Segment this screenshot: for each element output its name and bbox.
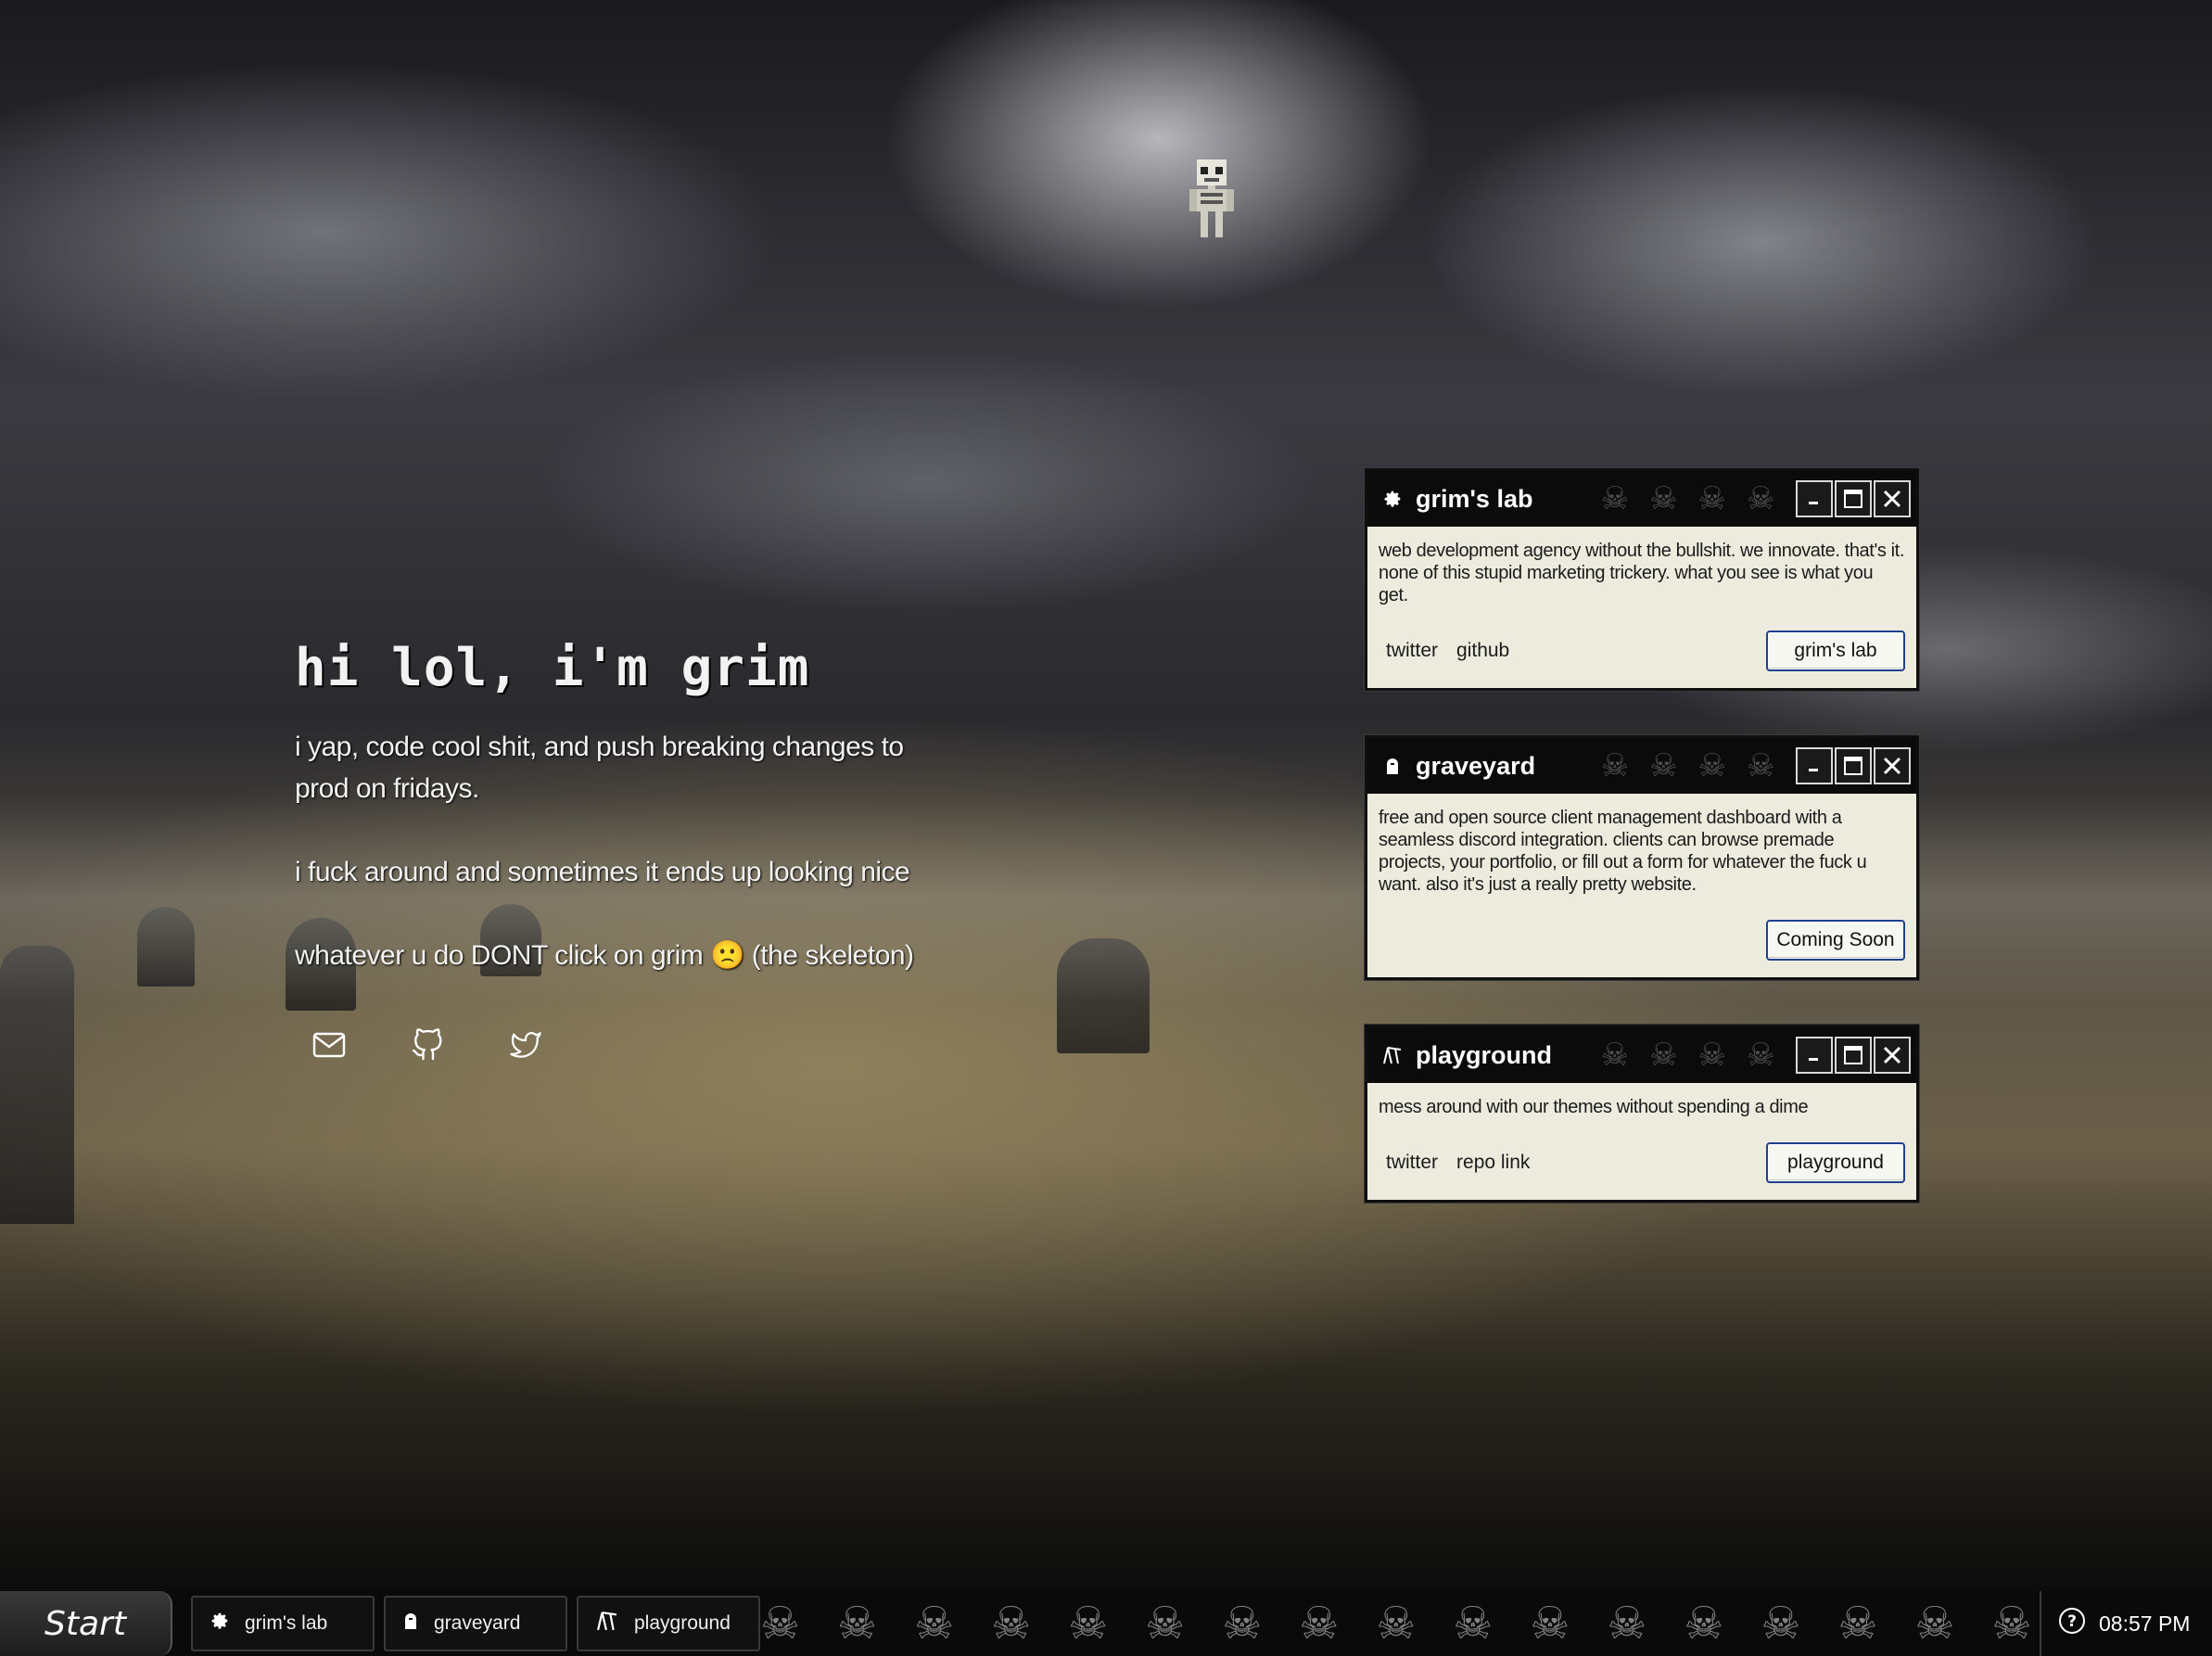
minimize-button[interactable] xyxy=(1796,1037,1833,1074)
hero-line: i yap, code cool shit, and push breaking… xyxy=(295,732,904,804)
minimize-button[interactable] xyxy=(1796,747,1833,784)
hero-section: hi lol, i'm grim i yap, code cool shit, … xyxy=(295,638,962,1018)
window-title: grim's lab xyxy=(1416,484,1533,513)
close-button[interactable] xyxy=(1874,747,1911,784)
taskbar-item-graveyard[interactable]: graveyard xyxy=(384,1596,567,1651)
minimize-button[interactable] xyxy=(1796,480,1833,517)
playground-button[interactable]: playground xyxy=(1766,1142,1905,1183)
svg-text:?: ? xyxy=(2067,1612,2077,1631)
system-tray: ? 08:57 PM xyxy=(2040,1591,2212,1656)
maximize-button[interactable] xyxy=(1835,1037,1872,1074)
window-description: free and open source client management d… xyxy=(1379,808,1867,895)
github-icon[interactable] xyxy=(410,1027,445,1063)
hero-line: whatever u do DONT click on grim 🙁 (the … xyxy=(295,940,914,971)
gear-icon xyxy=(1382,489,1403,509)
skull-pattern: ☠☠☠☠☠ xyxy=(1600,1037,1824,1074)
skull-pattern: ☠ ☠ ☠ ☠ ☠ ☠ ☠ ☠ ☠ ☠ ☠ ☠ ☠ ☠ ☠ ☠ ☠ xyxy=(760,1598,2032,1650)
skull-pattern: ☠☠☠☠☠ xyxy=(1600,747,1824,784)
taskbar-item-label: grim's lab xyxy=(245,1612,328,1634)
coming-soon-button[interactable]: Coming Soon xyxy=(1766,920,1905,961)
github-link[interactable]: github xyxy=(1456,640,1509,662)
mail-icon[interactable] xyxy=(311,1027,347,1063)
playground-icon xyxy=(1382,1045,1403,1065)
window-title: playground xyxy=(1416,1040,1552,1069)
window-graveyard: ☠☠☠☠☠ graveyard free and open source cli… xyxy=(1365,735,1919,980)
taskbar: ☠ ☠ ☠ ☠ ☠ ☠ ☠ ☠ ☠ ☠ ☠ ☠ ☠ ☠ ☠ ☠ ☠ Start grim's lab grave… xyxy=(0,1591,2212,1656)
window-description: mess around with our themes without spen… xyxy=(1379,1097,1809,1117)
close-button[interactable] xyxy=(1874,1037,1911,1074)
window-body: mess around with our themes without spen… xyxy=(1367,1083,1916,1200)
taskbar-item-playground[interactable]: playground xyxy=(577,1596,760,1651)
taskbar-item-grims-lab[interactable]: grim's lab xyxy=(191,1596,375,1651)
skeleton-sprite[interactable] xyxy=(1186,159,1238,237)
close-button[interactable] xyxy=(1874,480,1911,517)
window-grims-lab: ☠☠☠☠☠ grim's lab web development agency … xyxy=(1365,468,1919,691)
window-titlebar[interactable]: ☠☠☠☠☠ playground xyxy=(1367,1027,1916,1083)
window-description: web development agency without the bulls… xyxy=(1379,541,1904,605)
hero-heading: hi lol, i'm grim xyxy=(295,638,810,698)
maximize-button[interactable] xyxy=(1835,480,1872,517)
taskbar-item-label: playground xyxy=(634,1612,731,1634)
tombstone-icon xyxy=(1382,756,1403,776)
start-button[interactable]: Start xyxy=(0,1591,172,1656)
hero-line: i fuck around and sometimes it ends up l… xyxy=(295,857,910,887)
clock: 08:57 PM xyxy=(2099,1611,2191,1636)
taskbar-item-label: graveyard xyxy=(434,1612,521,1634)
gear-icon xyxy=(210,1611,230,1637)
repo-link[interactable]: repo link xyxy=(1456,1152,1530,1174)
playground-icon xyxy=(595,1611,619,1637)
twitter-link[interactable]: twitter xyxy=(1386,1152,1438,1174)
help-icon[interactable]: ? xyxy=(2058,1607,2086,1640)
window-body: web development agency without the bulls… xyxy=(1367,527,1916,688)
tombstone-icon xyxy=(402,1611,419,1636)
window-playground: ☠☠☠☠☠ playground mess around with our th… xyxy=(1365,1025,1919,1203)
window-titlebar[interactable]: ☠☠☠☠☠ graveyard xyxy=(1367,738,1916,794)
maximize-button[interactable] xyxy=(1835,747,1872,784)
grims-lab-button[interactable]: grim's lab xyxy=(1766,631,1905,671)
social-links xyxy=(311,1027,543,1063)
window-body: free and open source client management d… xyxy=(1367,794,1916,977)
skull-pattern: ☠☠☠☠☠ xyxy=(1600,480,1824,517)
window-titlebar[interactable]: ☠☠☠☠☠ grim's lab xyxy=(1367,471,1916,527)
twitter-link[interactable]: twitter xyxy=(1386,640,1438,662)
window-title: graveyard xyxy=(1416,751,1536,780)
twitter-icon[interactable] xyxy=(508,1027,543,1063)
